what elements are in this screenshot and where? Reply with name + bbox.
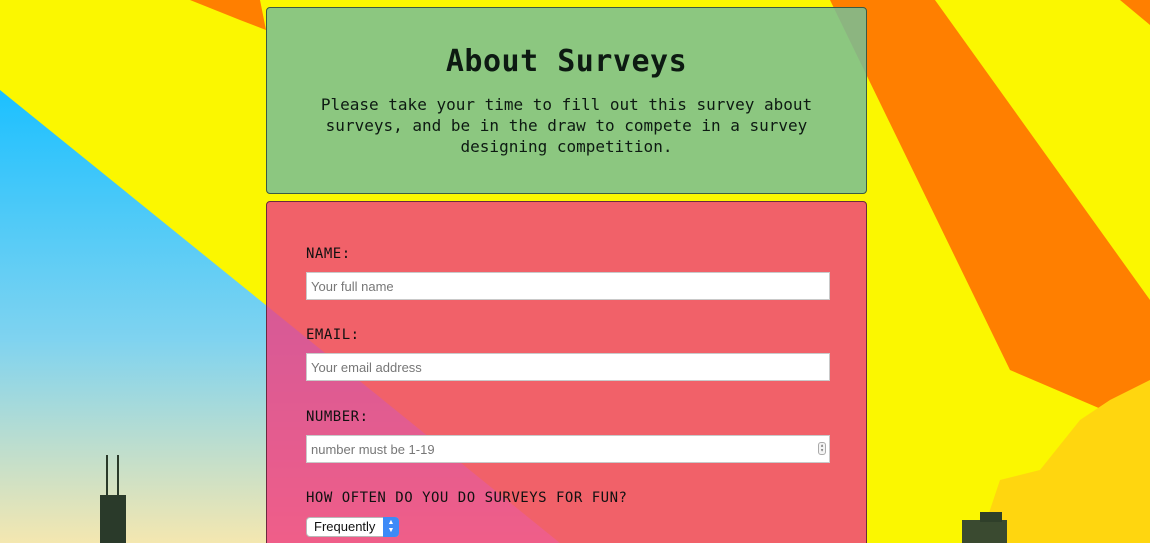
chevron-updown-icon: ▲ ▼ [383, 517, 399, 537]
survey-form: NAME: EMAIL: NUMBER: ▴▾ HOW OFTEN DO YOU… [266, 201, 867, 543]
number-input[interactable] [306, 435, 830, 463]
name-input[interactable] [306, 272, 830, 300]
name-label: NAME: [306, 246, 351, 262]
frequency-label: HOW OFTEN DO YOU DO SURVEYS FOR FUN? [306, 490, 628, 506]
number-field: ▴▾ [306, 435, 830, 463]
frequency-selected-value: Frequently [314, 519, 376, 534]
number-stepper-icon[interactable]: ▴ ▾ [818, 442, 826, 455]
page-title: About Surveys [445, 44, 688, 79]
email-label: EMAIL: [306, 327, 360, 343]
survey-container: About Surveys Please take your time to f… [266, 0, 869, 543]
frequency-select[interactable]: Frequently ▲ ▼ [306, 517, 399, 537]
page-description: Please take your time to fill out this s… [320, 95, 813, 156]
header-card: About Surveys Please take your time to f… [266, 7, 867, 194]
number-label: NUMBER: [306, 409, 369, 425]
email-input[interactable] [306, 353, 830, 381]
